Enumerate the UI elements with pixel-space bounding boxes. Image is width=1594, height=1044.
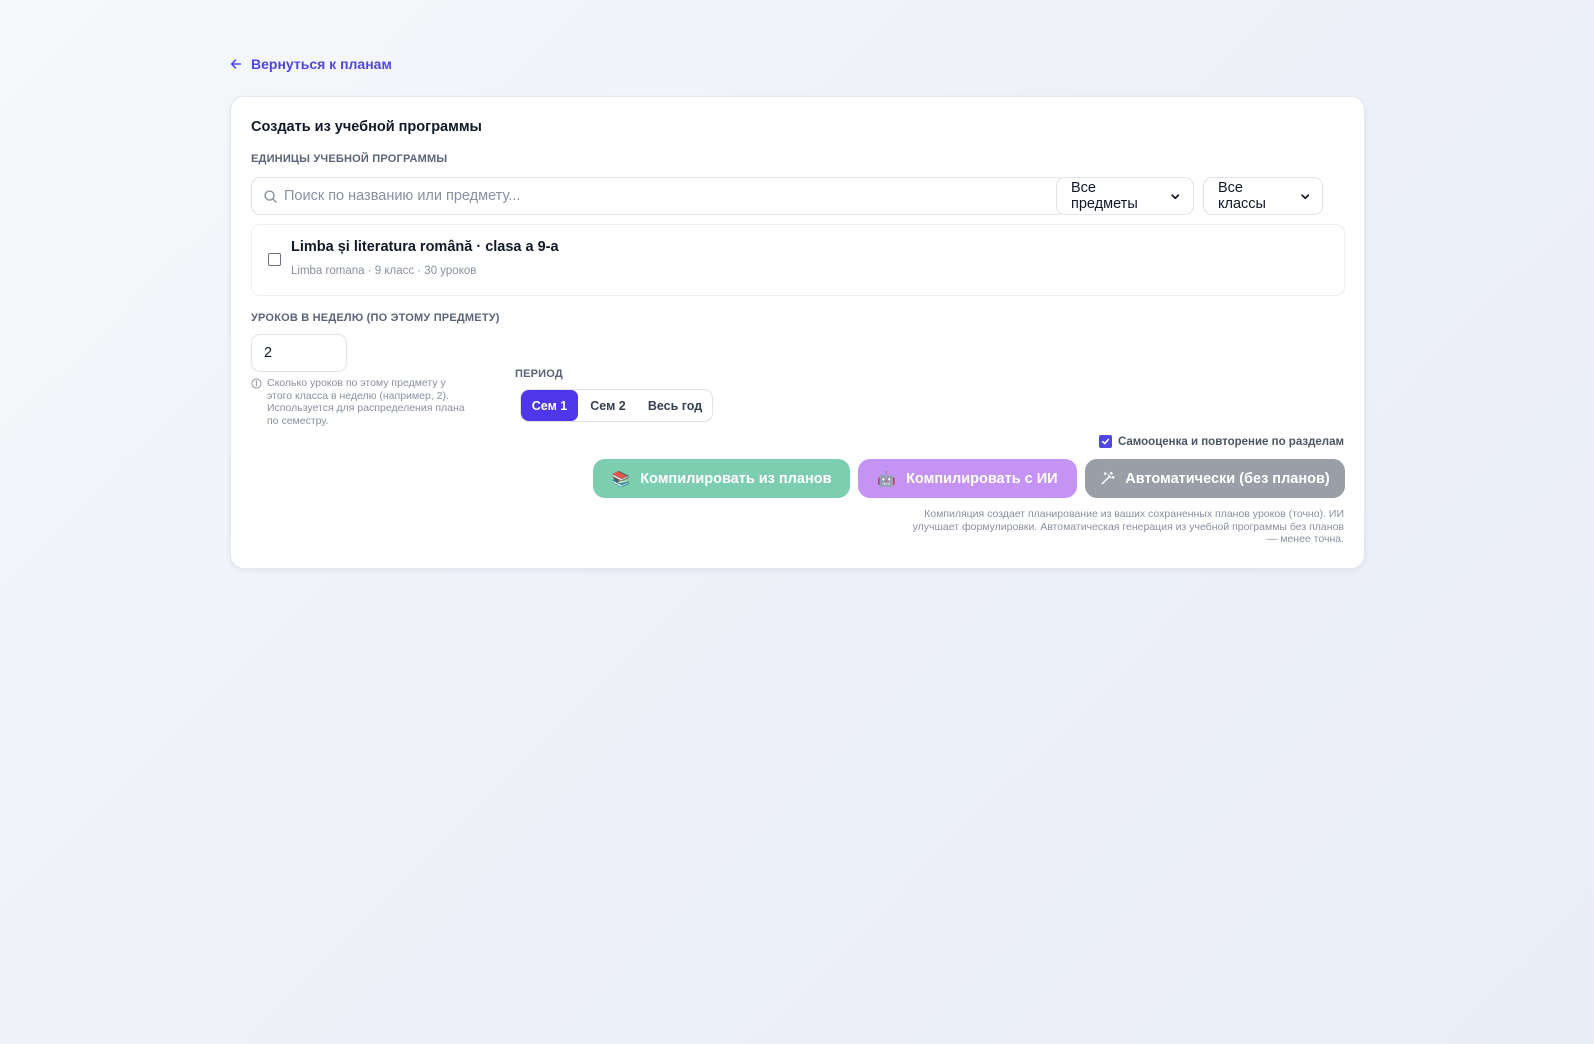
search-input[interactable] <box>252 178 1065 214</box>
curriculum-units-label: ЕДИНИЦЫ УЧЕБНОЙ ПРОГРАММЫ <box>251 153 448 165</box>
chevron-down-icon <box>1171 193 1180 199</box>
unit-meta: Limba romana · 9 класс · 30 уроков <box>291 265 477 277</box>
compile-footnote: Компиляция создает планирование из ваших… <box>912 508 1344 545</box>
magic-wand-icon <box>1101 471 1115 485</box>
unit-title: Limba și literatura română · clasa a 9-a <box>291 239 559 255</box>
period-option-sem1[interactable]: Сем 1 <box>521 390 578 421</box>
auto-generate-label: Автоматически (без планов) <box>1125 470 1330 487</box>
arrow-left-icon <box>230 59 242 69</box>
lessons-per-week-input[interactable]: 2 <box>251 334 347 372</box>
lessons-per-week-value: 2 <box>264 345 273 361</box>
robot-icon: 🤖 <box>877 470 897 488</box>
subject-filter-value: Все предметы <box>1071 180 1138 212</box>
create-from-curriculum-card: Создать из учебной программы ЕДИНИЦЫ УЧЕ… <box>230 96 1365 569</box>
search-box <box>251 177 1066 215</box>
list-item[interactable]: Limba și literatura română · clasa a 9-a… <box>251 224 1345 296</box>
books-icon: 📚 <box>611 470 631 488</box>
back-to-plans-link[interactable]: Вернуться к планам <box>229 56 392 72</box>
chevron-down-icon <box>1300 193 1309 199</box>
lessons-per-week-hint: Сколько уроков по этому предмету у этого… <box>251 377 471 427</box>
card-title: Создать из учебной программы <box>251 119 482 135</box>
self-assessment-option[interactable]: Самооценка и повторение по разделам <box>1098 435 1344 448</box>
period-label: ПЕРИОД <box>515 368 563 380</box>
period-segmented-control: Сем 1 Сем 2 Весь год <box>520 389 713 422</box>
compile-from-plans-label: Компилировать из планов <box>640 470 832 487</box>
period-option-full-year[interactable]: Весь год <box>638 390 712 421</box>
info-icon <box>251 378 262 389</box>
unit-checkbox[interactable] <box>268 253 281 266</box>
self-assessment-label: Самооценка и повторение по разделам <box>1117 435 1344 448</box>
lessons-per-week-label: УРОКОВ В НЕДЕЛЮ (ПО ЭТОМУ ПРЕДМЕТУ) <box>251 312 500 324</box>
period-option-sem2[interactable]: Сем 2 <box>578 390 638 421</box>
check-icon <box>1101 438 1110 445</box>
grade-filter-select[interactable]: Все классы <box>1203 177 1323 215</box>
grade-filter-value: Все классы <box>1218 180 1266 212</box>
subject-filter-select[interactable]: Все предметы <box>1056 177 1194 215</box>
auto-generate-button[interactable]: Автоматически (без планов) <box>1085 459 1345 498</box>
back-link-label: Вернуться к планам <box>251 56 392 72</box>
compile-from-plans-button[interactable]: 📚 Компилировать из планов <box>593 459 850 498</box>
search-icon <box>264 190 277 203</box>
self-assessment-checkbox[interactable] <box>1098 435 1112 448</box>
hint-text: Сколько уроков по этому предмету у этого… <box>267 377 465 427</box>
compile-with-ai-label: Компилировать с ИИ <box>906 470 1058 487</box>
compile-with-ai-button[interactable]: 🤖 Компилировать с ИИ <box>858 459 1077 498</box>
